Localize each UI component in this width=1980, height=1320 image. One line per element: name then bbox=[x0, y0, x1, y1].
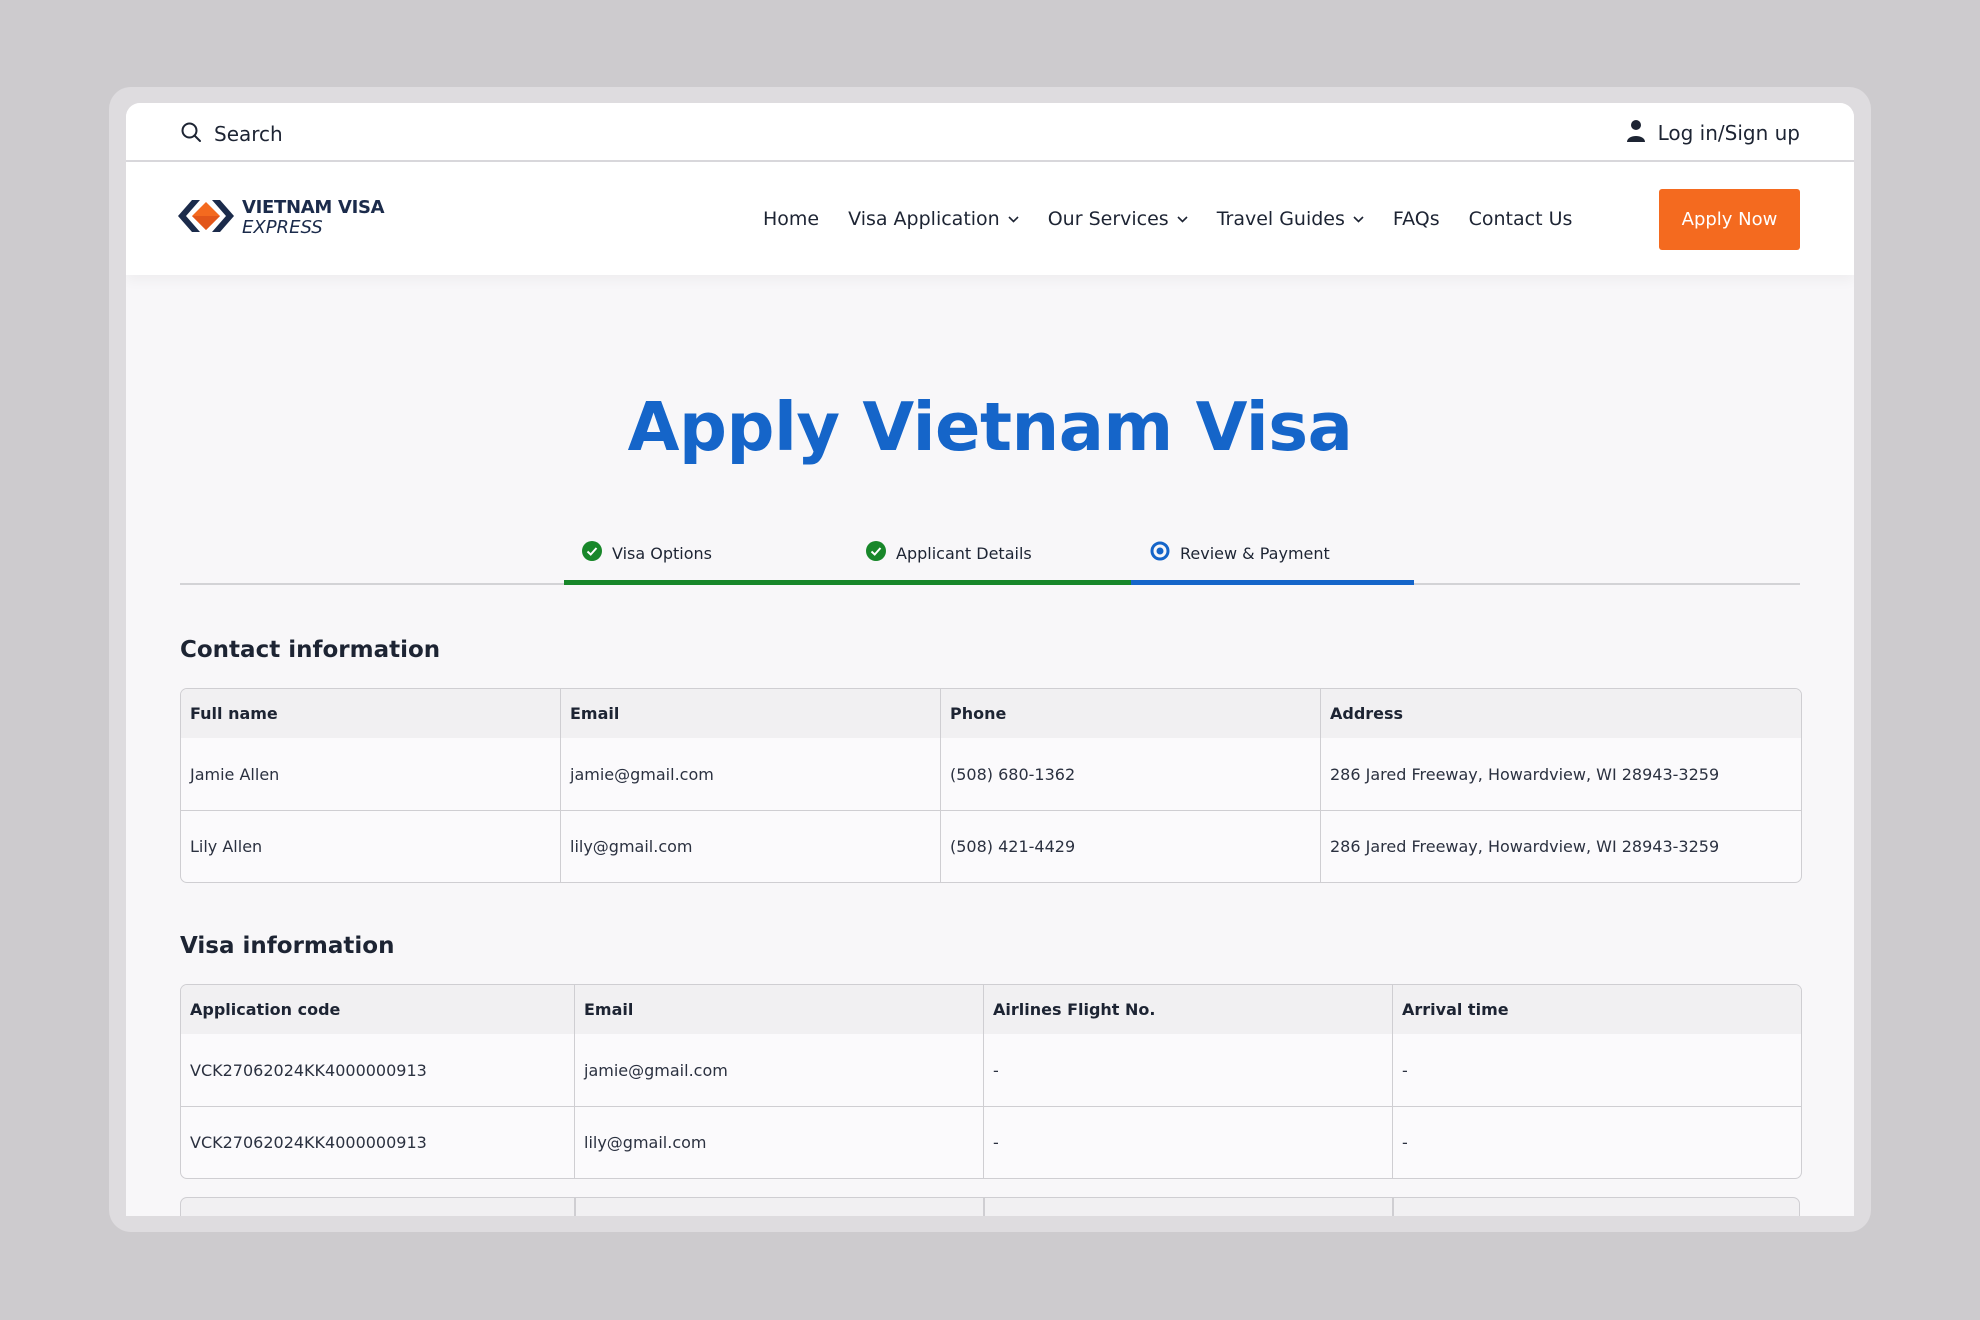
chevron-down-icon bbox=[1353, 212, 1364, 226]
table-row: VCK27062024KK4000000913 lily@gmail.com -… bbox=[181, 1106, 1801, 1178]
column-header: Email bbox=[575, 985, 984, 1034]
login-signup-link[interactable]: Log in/Sign up bbox=[1626, 119, 1800, 147]
nav-item-label: Contact Us bbox=[1468, 207, 1573, 230]
step-review-payment[interactable]: Review & Payment bbox=[1150, 541, 1330, 565]
table-header-row: Application code Email Airlines Flight N… bbox=[181, 985, 1801, 1034]
cell-phone: (508) 680-1362 bbox=[941, 738, 1321, 810]
top-bar: Search Log in/Sign up bbox=[126, 103, 1854, 162]
visa-section-title: Visa information bbox=[180, 933, 395, 959]
nav-item-label: Home bbox=[763, 207, 820, 230]
table-header-row: Full name Email Phone Address bbox=[181, 689, 1801, 738]
cell-flight-no: - bbox=[984, 1034, 1393, 1106]
cell-application-code: VCK27062024KK4000000913 bbox=[181, 1106, 575, 1178]
stepper-progress-complete bbox=[564, 580, 1131, 585]
page-title: Apply Vietnam Visa bbox=[627, 388, 1353, 466]
column-header: Arrival time bbox=[1393, 985, 1801, 1034]
column-header: Application code bbox=[181, 985, 575, 1034]
browser-window: Search Log in/Sign up VIETNAM VISA EXPRE… bbox=[126, 103, 1854, 1216]
next-table-partial bbox=[180, 1197, 1800, 1216]
table-row: Jamie Allen jamie@gmail.com (508) 680-13… bbox=[181, 738, 1801, 810]
logo-line2: EXPRESS bbox=[242, 217, 323, 238]
nav-item-visa-application[interactable]: Visa Application bbox=[848, 208, 1019, 230]
chevron-down-icon bbox=[1177, 212, 1188, 226]
user-icon bbox=[1626, 119, 1646, 147]
cell-application-code: VCK27062024KK4000000913 bbox=[181, 1034, 575, 1106]
cell-flight-no: - bbox=[984, 1106, 1393, 1178]
column-header: Full name bbox=[181, 689, 561, 738]
visa-table: Application code Email Airlines Flight N… bbox=[180, 984, 1802, 1179]
stepper-progress-current bbox=[1131, 580, 1414, 585]
cell-address: 286 Jared Freeway, Howardview, WI 28943-… bbox=[1321, 810, 1801, 882]
search-icon bbox=[180, 121, 202, 147]
radio-dot-icon bbox=[1150, 541, 1170, 565]
step-applicant-details[interactable]: Applicant Details bbox=[866, 541, 1032, 565]
nav-item-label: Our Services bbox=[1047, 207, 1169, 230]
column-header: Phone bbox=[941, 689, 1321, 738]
cell-phone: (508) 421-4429 bbox=[941, 810, 1321, 882]
logo-line1: VIETNAM VISA bbox=[242, 197, 385, 218]
nav-item-our-services[interactable]: Our Services bbox=[1048, 208, 1188, 230]
step-label: Applicant Details bbox=[896, 543, 1032, 563]
nav-menu: Home Visa Application Our Services Trave… bbox=[763, 162, 1601, 275]
nav-item-contact-us[interactable]: Contact Us bbox=[1469, 208, 1573, 230]
step-label: Review & Payment bbox=[1180, 543, 1330, 563]
column-divider bbox=[574, 1198, 576, 1216]
cell-email: jamie@gmail.com bbox=[575, 1034, 984, 1106]
step-label: Visa Options bbox=[612, 543, 712, 563]
nav-item-label: Visa Application bbox=[848, 207, 1000, 230]
column-header: Email bbox=[561, 689, 941, 738]
column-divider bbox=[1392, 1198, 1394, 1216]
nav-item-label: Travel Guides bbox=[1216, 207, 1345, 230]
column-header: Airlines Flight No. bbox=[984, 985, 1393, 1034]
contact-table: Full name Email Phone Address Jamie Alle… bbox=[180, 688, 1802, 883]
login-label: Log in/Sign up bbox=[1657, 121, 1800, 145]
search-label: Search bbox=[214, 122, 283, 146]
table-row: VCK27062024KK4000000913 jamie@gmail.com … bbox=[181, 1034, 1801, 1106]
table-row: Lily Allen lily@gmail.com (508) 421-4429… bbox=[181, 810, 1801, 882]
cell-full-name: Jamie Allen bbox=[181, 738, 561, 810]
contact-section-title: Contact information bbox=[180, 637, 441, 663]
nav-item-label: FAQs bbox=[1392, 207, 1440, 230]
nav-item-travel-guides[interactable]: Travel Guides bbox=[1217, 208, 1364, 230]
step-visa-options[interactable]: Visa Options bbox=[582, 541, 712, 565]
cell-arrival-time: - bbox=[1393, 1106, 1801, 1178]
nav-item-faqs[interactable]: FAQs bbox=[1393, 208, 1440, 230]
apply-now-button[interactable]: Apply Now bbox=[1659, 189, 1800, 250]
cell-address: 286 Jared Freeway, Howardview, WI 28943-… bbox=[1330, 764, 1720, 784]
search-trigger[interactable]: Search bbox=[180, 121, 283, 147]
cell-full-name: Lily Allen bbox=[181, 810, 561, 882]
cell-arrival-time: - bbox=[1402, 1060, 1408, 1080]
logo-text: VIETNAM VISA EXPRESS bbox=[242, 197, 385, 238]
check-circle-icon bbox=[582, 541, 602, 565]
cell-email: jamie@gmail.com bbox=[561, 738, 941, 810]
nav-item-home[interactable]: Home bbox=[763, 208, 819, 230]
chevron-down-icon bbox=[1008, 212, 1019, 226]
check-circle-icon bbox=[866, 541, 886, 565]
column-divider bbox=[983, 1198, 985, 1216]
main-navbar: VIETNAM VISA EXPRESS Home Visa Applicati… bbox=[126, 162, 1854, 275]
cell-email: lily@gmail.com bbox=[561, 810, 941, 882]
logo[interactable]: VIETNAM VISA EXPRESS bbox=[178, 196, 385, 240]
column-header: Address bbox=[1321, 689, 1801, 738]
logo-mark-icon bbox=[178, 196, 234, 240]
cell-email: lily@gmail.com bbox=[575, 1106, 984, 1178]
